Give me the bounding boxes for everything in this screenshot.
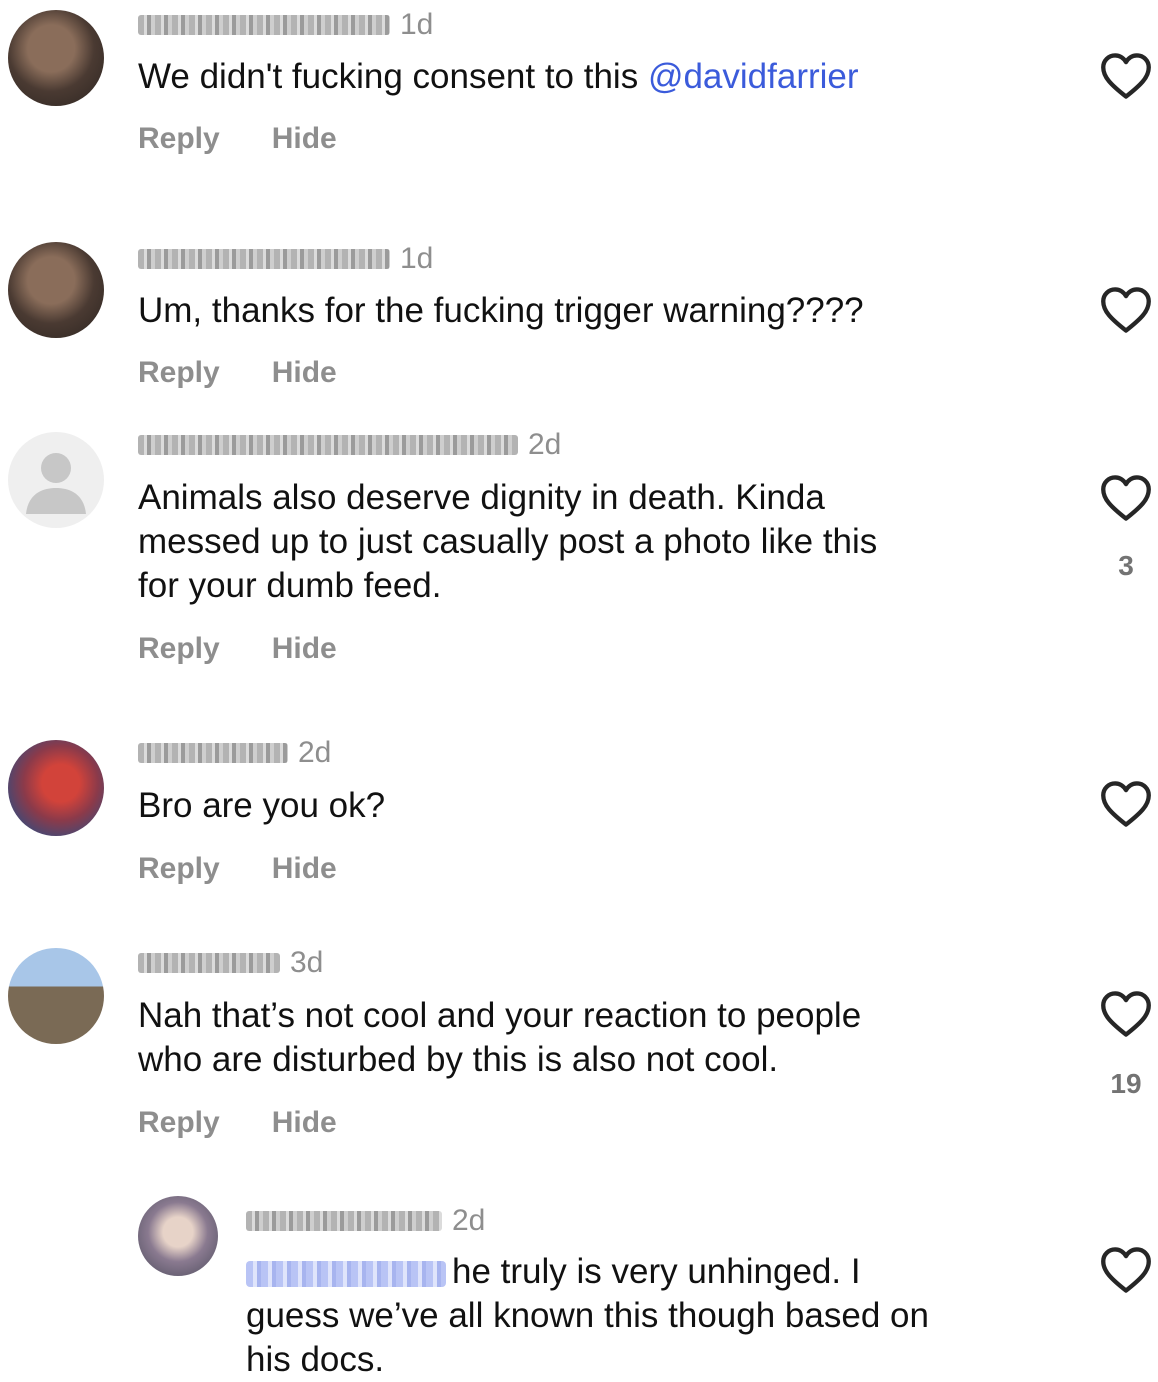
comment-meta: 2d <box>246 1204 485 1238</box>
comment-meta: 2d <box>138 428 561 462</box>
comment-text: Um, thanks for the fucking trigger warni… <box>138 291 864 330</box>
username-blurred[interactable] <box>138 249 390 269</box>
comment-text: Nah that’s not cool and your reaction to… <box>138 994 861 1082</box>
hide-button[interactable]: Hide <box>272 356 337 389</box>
comment-text-line: for your dumb feed. <box>138 566 442 605</box>
username-blurred[interactable] <box>138 435 518 455</box>
comment-text-line: his docs. <box>246 1340 385 1379</box>
username-blurred[interactable] <box>138 15 390 35</box>
reply-button[interactable]: Reply <box>138 356 220 389</box>
comment-actions: Reply Hide <box>138 356 389 390</box>
comment-text-line: messed up to just casually post a photo … <box>138 522 878 561</box>
comment-time: 2d <box>452 1204 486 1237</box>
comment-time: 1d <box>400 242 434 275</box>
hide-button[interactable]: Hide <box>272 852 337 885</box>
reply-button[interactable]: Reply <box>138 1106 220 1139</box>
comment-time: 2d <box>298 736 332 769</box>
reply-button[interactable]: Reply <box>138 122 220 155</box>
avatar[interactable] <box>8 740 104 836</box>
comment-meta: 1d <box>138 242 433 276</box>
comment-text: he truly is very unhinged. I guess we’ve… <box>246 1250 929 1382</box>
comment-text-line: he truly is very unhinged. I <box>246 1250 929 1294</box>
comment-actions: Reply Hide <box>138 122 389 156</box>
hide-button[interactable]: Hide <box>272 122 337 155</box>
comment-time: 2d <box>528 428 562 461</box>
heart-outline-icon[interactable] <box>1100 474 1152 522</box>
comment-actions: Reply Hide <box>138 1106 389 1140</box>
comment-text-line: Nah that’s not cool and your reaction to… <box>138 996 862 1035</box>
default-user-icon <box>26 453 86 514</box>
reply-button[interactable]: Reply <box>138 852 220 885</box>
comment-text: Bro are you ok? <box>138 786 386 825</box>
heart-outline-icon[interactable] <box>1100 780 1152 828</box>
like-count: 19 <box>1110 1068 1142 1099</box>
comment-text: We didn't fucking consent to this @david… <box>138 57 859 96</box>
mention-link-blurred[interactable] <box>246 1260 446 1287</box>
username-blurred[interactable] <box>246 1211 442 1231</box>
hide-button[interactable]: Hide <box>272 1106 337 1139</box>
heart-outline-icon[interactable] <box>1100 990 1152 1038</box>
comment-time: 3d <box>290 946 324 979</box>
heart-outline-icon[interactable] <box>1100 286 1152 334</box>
comment-actions: Reply Hide <box>138 852 389 886</box>
avatar[interactable] <box>138 1196 218 1276</box>
comment-text-line: guess we’ve all known this though based … <box>246 1296 929 1335</box>
username-blurred[interactable] <box>138 743 288 763</box>
comment-text: Animals also deserve dignity in death. K… <box>138 476 877 608</box>
comment-meta: 3d <box>138 946 323 980</box>
username-blurred[interactable] <box>138 953 280 973</box>
comment-text-line: who are disturbed by this is also not co… <box>138 1040 779 1079</box>
avatar[interactable] <box>8 948 104 1044</box>
like-count: 3 <box>1118 550 1134 581</box>
avatar[interactable] <box>8 242 104 338</box>
comment-meta: 1d <box>138 8 433 42</box>
comment-meta: 2d <box>138 736 331 770</box>
reply-button[interactable]: Reply <box>138 632 220 665</box>
mention-link[interactable]: @davidfarrier <box>648 57 859 96</box>
heart-outline-icon[interactable] <box>1100 1246 1152 1294</box>
hide-button[interactable]: Hide <box>272 632 337 665</box>
comment-time: 1d <box>400 8 434 41</box>
heart-outline-icon[interactable] <box>1100 52 1152 100</box>
comment-actions: Reply Hide <box>138 632 389 666</box>
avatar[interactable] <box>8 10 104 106</box>
comment-text-line: Animals also deserve dignity in death. K… <box>138 478 825 517</box>
avatar[interactable] <box>8 432 104 528</box>
